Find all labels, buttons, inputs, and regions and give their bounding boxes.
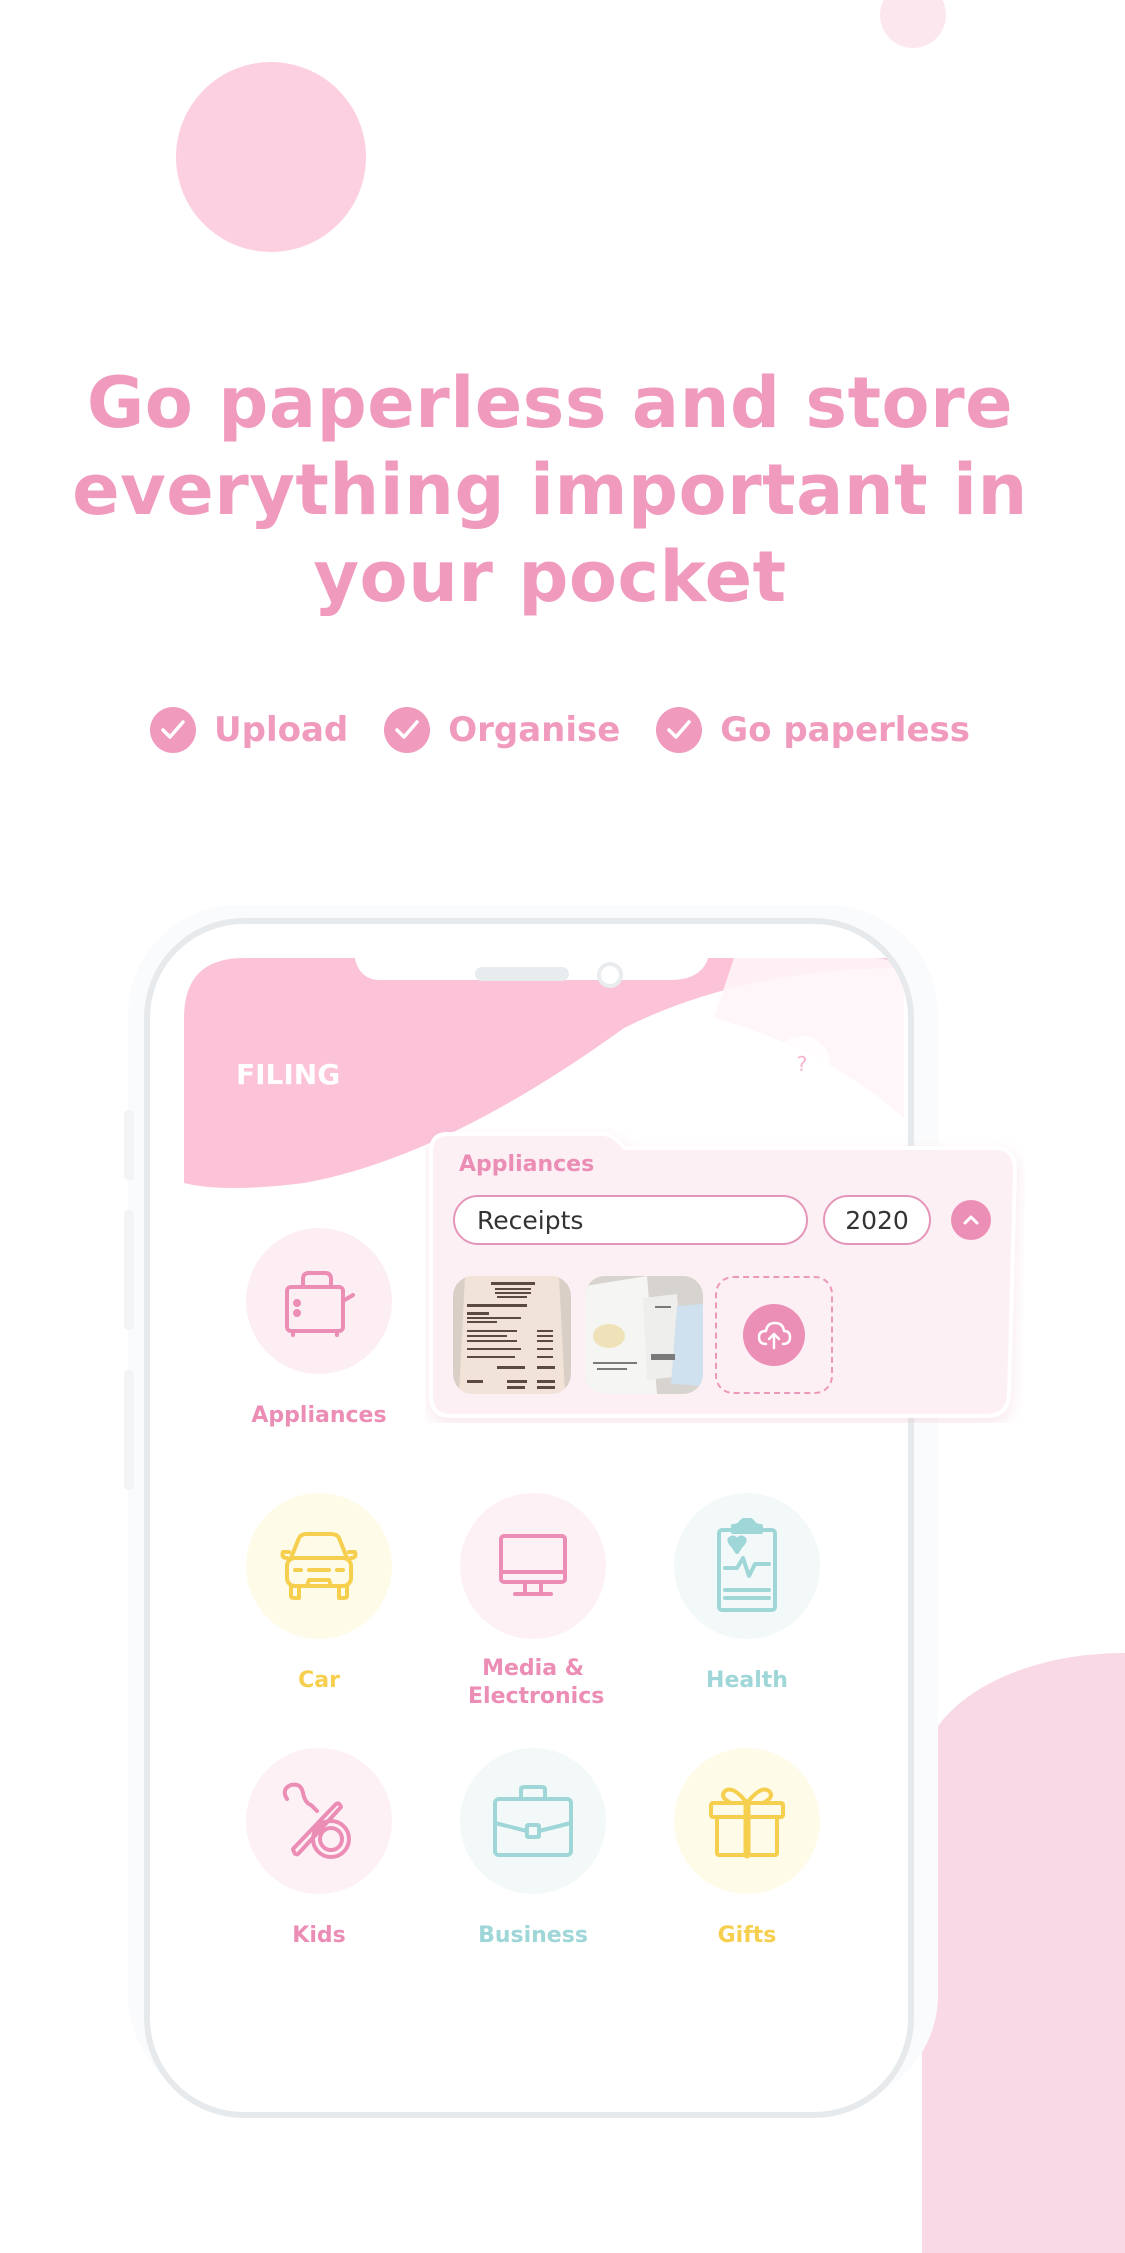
phone-speaker: [475, 967, 569, 981]
collapse-button[interactable]: [951, 1200, 991, 1240]
headline-line: your pocket: [313, 536, 787, 618]
year-field[interactable]: 2020: [823, 1195, 931, 1245]
category-health[interactable]: Health: [647, 1493, 847, 1695]
decorative-shape: [922, 1653, 1125, 2253]
cloud-upload-icon: [757, 1321, 792, 1350]
category-car[interactable]: Car: [219, 1493, 419, 1695]
phone-side-button: [124, 1370, 134, 1490]
check-circle-icon: [150, 707, 196, 753]
upload-button[interactable]: [743, 1304, 805, 1366]
category-business[interactable]: Business: [433, 1748, 633, 1950]
receipt-image: [585, 1276, 703, 1394]
headline-line: everything important in: [72, 449, 1028, 531]
monitor-icon: [499, 1534, 567, 1596]
receipt-image: [453, 1276, 571, 1394]
phone-side-button: [124, 1210, 134, 1330]
briefcase-icon: [493, 1785, 573, 1857]
feature-list: Upload Organise Go paperless: [150, 700, 970, 760]
category-appliances[interactable]: Appliances: [219, 1228, 419, 1430]
category-icon-circle: [460, 1493, 606, 1639]
feature-label: Organise: [448, 710, 621, 750]
phone-notch: [330, 924, 710, 980]
car-icon: [280, 1532, 358, 1600]
folder-name-value: Receipts: [477, 1205, 584, 1235]
category-icon-circle: [246, 1493, 392, 1639]
check-circle-icon: [384, 707, 431, 753]
category-label: Kids: [292, 1923, 346, 1948]
feature-go-paperless: Go paperless: [656, 707, 970, 753]
feature-upload: Upload: [150, 707, 348, 753]
headline: Go paperless and store everything import…: [0, 360, 1100, 621]
category-gifts[interactable]: Gifts: [647, 1748, 847, 1950]
upload-dropzone[interactable]: [715, 1276, 833, 1394]
year-value: 2020: [845, 1205, 909, 1235]
category-icon-circle: [246, 1748, 392, 1894]
category-label: Gifts: [717, 1923, 777, 1948]
phone-camera: [597, 962, 623, 988]
feature-organise: Organise: [384, 707, 620, 753]
pacifier-icon: [282, 1782, 351, 1859]
category-icon-circle: [460, 1748, 606, 1894]
clipboard-heart-icon: [717, 1518, 777, 1612]
headline-line: Go paperless and store: [86, 362, 1014, 444]
category-media-electronics[interactable]: Media & Electronics: [433, 1493, 633, 1711]
folder-name-field[interactable]: Receipts: [453, 1195, 808, 1245]
page-title: FILING: [236, 1058, 341, 1091]
question-icon: ?: [796, 1052, 808, 1076]
category-icon-circle: [674, 1493, 820, 1639]
decorative-circle-small: [880, 0, 946, 48]
category-label: Health: [706, 1668, 788, 1693]
category-label: Car: [298, 1668, 340, 1693]
help-button[interactable]: ?: [774, 1036, 830, 1092]
category-label: Media & Electronics: [468, 1656, 605, 1709]
feature-label: Go paperless: [720, 710, 970, 750]
phone-side-button: [124, 1110, 134, 1180]
decorative-circle: [176, 62, 366, 252]
category-label: Appliances: [251, 1403, 387, 1428]
feature-label: Upload: [214, 710, 349, 750]
category-kids[interactable]: Kids: [219, 1748, 419, 1950]
receipt-thumbnail[interactable]: [453, 1276, 571, 1394]
category-icon-circle: [246, 1228, 392, 1374]
receipt-thumbnail[interactable]: [585, 1276, 703, 1394]
check-circle-icon: [656, 707, 703, 753]
toaster-icon: [285, 1271, 355, 1337]
chevron-up-icon: [963, 1215, 979, 1225]
popup-title: Appliances: [459, 1152, 595, 1177]
gift-icon: [709, 1787, 785, 1859]
category-icon-circle: [674, 1748, 820, 1894]
folder-popup: Appliances Receipts 2020: [425, 1128, 1025, 1423]
category-label: Business: [478, 1923, 588, 1948]
